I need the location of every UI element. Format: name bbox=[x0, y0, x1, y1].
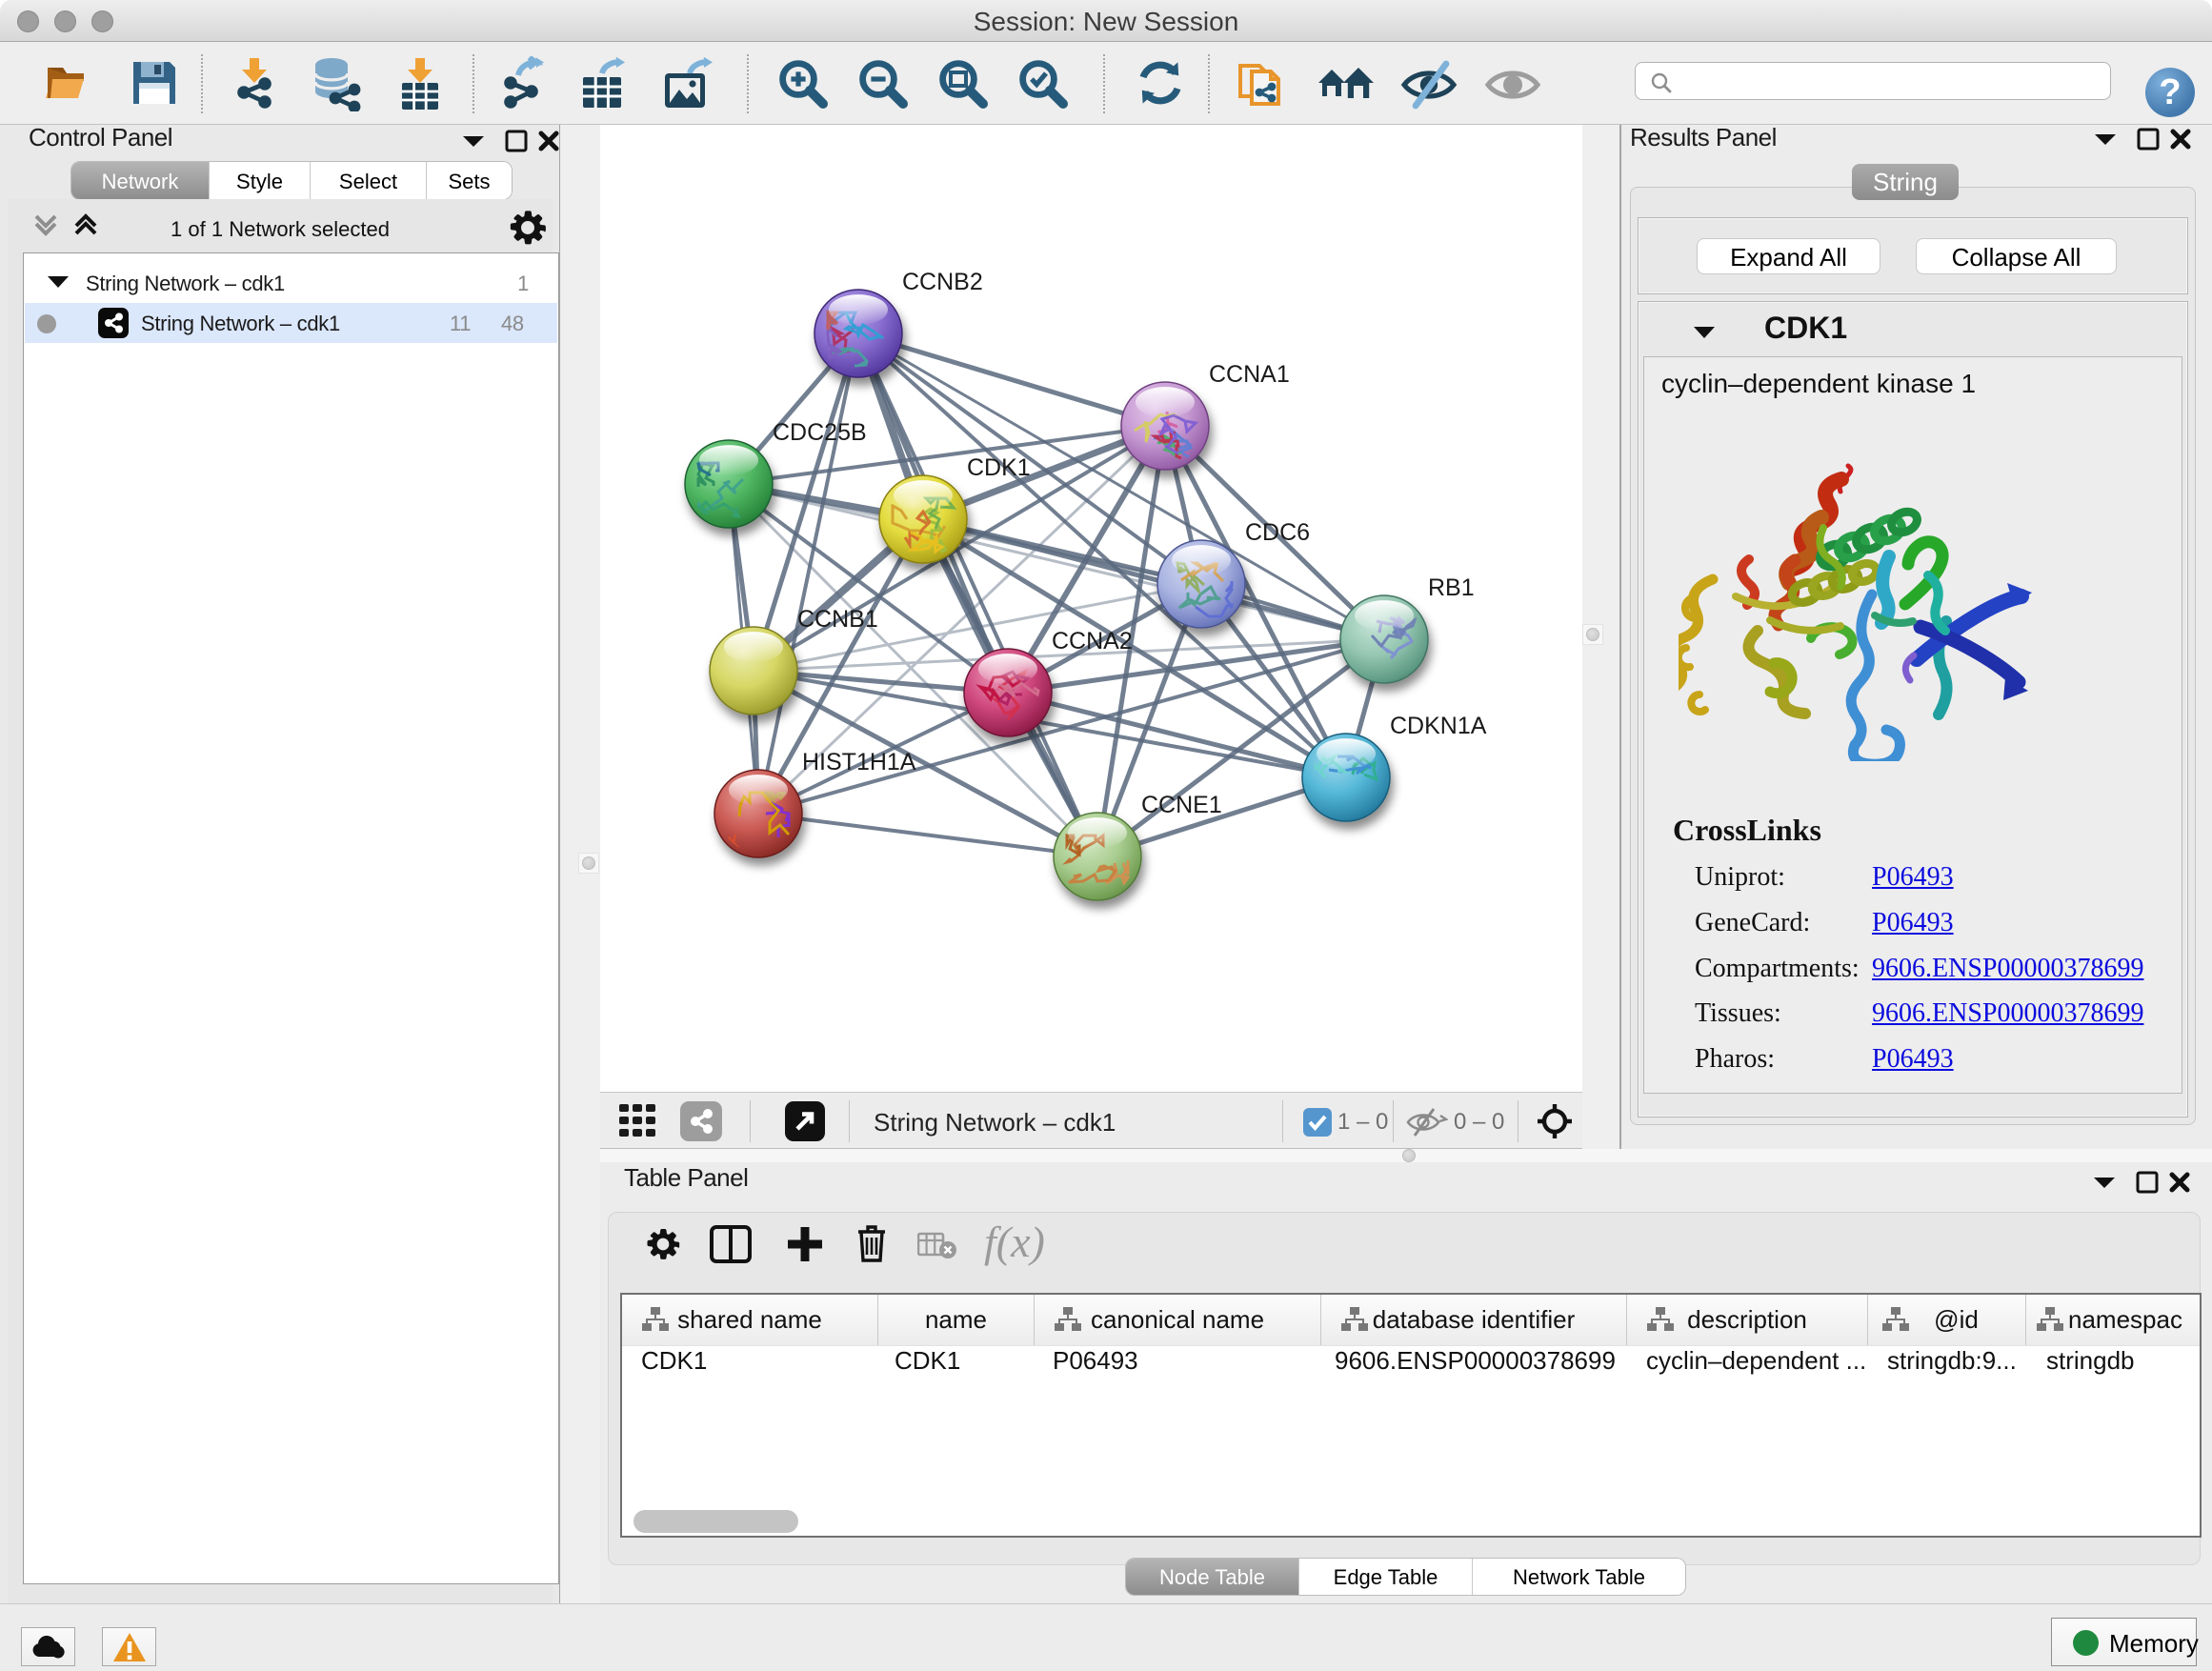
svg-text:CCNB2: CCNB2 bbox=[902, 269, 983, 295]
svg-text:RB1: RB1 bbox=[1428, 574, 1475, 601]
svg-text:CCNE1: CCNE1 bbox=[1141, 792, 1222, 818]
svg-text:HIST1H1A: HIST1H1A bbox=[802, 749, 916, 775]
svg-text:CCNB1: CCNB1 bbox=[797, 606, 878, 633]
svg-text:CCNA1: CCNA1 bbox=[1209, 361, 1290, 388]
svg-text:CDKN1A: CDKN1A bbox=[1390, 713, 1487, 739]
svg-text:CCNA2: CCNA2 bbox=[1052, 628, 1133, 654]
svg-text:CDK1: CDK1 bbox=[967, 454, 1031, 481]
svg-text:CDC6: CDC6 bbox=[1245, 519, 1310, 546]
svg-text:CDC25B: CDC25B bbox=[773, 419, 867, 446]
